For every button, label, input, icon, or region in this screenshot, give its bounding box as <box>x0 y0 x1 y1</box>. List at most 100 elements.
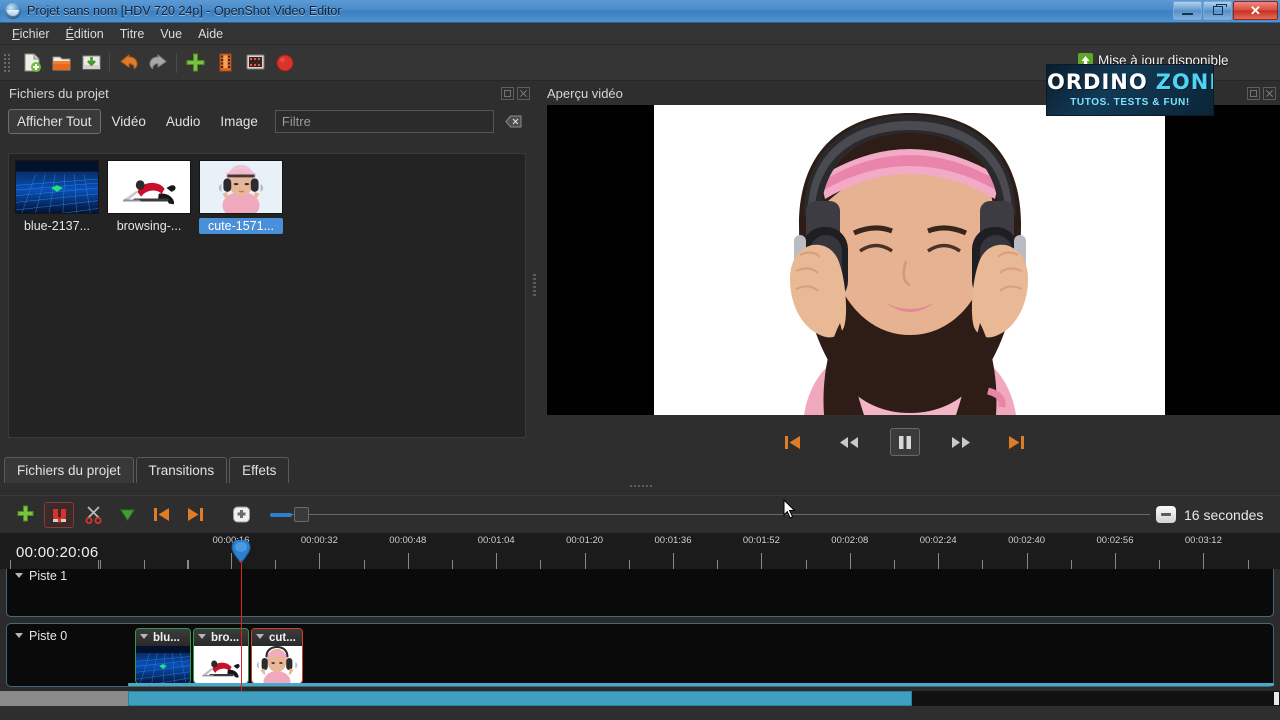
chevron-down-icon[interactable] <box>198 633 207 642</box>
watermark-brand-first: ORDINO <box>1047 70 1148 94</box>
close-button[interactable]: ✕ <box>1233 1 1278 20</box>
chevron-down-icon[interactable] <box>256 633 265 642</box>
menu-titre[interactable]: Titre <box>112 25 153 43</box>
scrollbar-thumb[interactable] <box>128 691 912 706</box>
clear-filter-button[interactable] <box>502 110 524 132</box>
minimize-button[interactable] <box>1173 1 1202 20</box>
undo-button[interactable] <box>113 48 143 78</box>
project-files-list[interactable]: blue-2137... browsing-... cute-1571... <box>8 153 526 438</box>
chevron-down-icon[interactable] <box>140 633 149 642</box>
float-panel-button[interactable] <box>501 86 514 100</box>
ruler-tick-label: 00:03:12 <box>1184 535 1222 546</box>
tab-transitions[interactable]: Transitions <box>135 457 228 483</box>
snapping-button[interactable] <box>44 501 74 528</box>
float-preview-button[interactable] <box>1247 86 1260 100</box>
video-preview-canvas[interactable] <box>547 105 1280 415</box>
next-marker-button[interactable] <box>180 502 210 528</box>
window-controls: ✕ <box>1173 1 1278 20</box>
add-marker-button[interactable] <box>112 502 142 528</box>
chevron-down-icon[interactable] <box>15 572 24 581</box>
open-folder-icon <box>52 56 70 71</box>
timeline-ruler[interactable]: 00:00:20:06 00:00:16 00:00:32 00:00:48 00:0… <box>0 533 1280 569</box>
clip-header[interactable]: bro... <box>194 629 248 646</box>
ruler-tick-minor <box>1247 560 1249 569</box>
file-item[interactable]: blue-2137... <box>15 160 99 234</box>
toolbar-drag-handle[interactable] <box>4 52 12 74</box>
export-video-button[interactable] <box>240 48 270 78</box>
maximize-button[interactable] <box>1203 1 1232 20</box>
chevron-down-icon[interactable] <box>15 632 24 641</box>
timeline-horizontal-scrollbar[interactable] <box>0 691 1280 706</box>
new-project-button[interactable] <box>16 48 46 78</box>
filter-image-button[interactable]: Image <box>211 109 267 134</box>
timeline-clip[interactable]: cut... <box>251 628 303 684</box>
zoom-out-button[interactable] <box>1156 506 1176 523</box>
zoom-in-button[interactable] <box>226 502 256 528</box>
clip-header[interactable]: blu... <box>136 629 190 646</box>
ruler-tick-minor <box>452 560 453 569</box>
vertical-splitter-handle[interactable] <box>531 271 538 299</box>
ruler-tick-label: 00:01:36 <box>654 535 692 546</box>
ruler-tick-label: 00:01:52 <box>742 535 780 546</box>
ruler-tick-minor <box>628 560 630 569</box>
ruler-tick-minor <box>10 560 11 569</box>
menu-fichier[interactable]: Fichier <box>4 25 58 43</box>
razor-button[interactable] <box>78 502 108 528</box>
timeline-clip[interactable]: blu... <box>135 628 191 684</box>
ruler-tick-major <box>1026 553 1028 569</box>
clear-filter-icon <box>504 115 521 127</box>
file-search-input[interactable] <box>274 109 494 133</box>
menu-aide[interactable]: Aide <box>190 25 231 43</box>
pause-button[interactable] <box>889 428 920 456</box>
playback-controls <box>538 421 1271 463</box>
file-item[interactable]: cute-1571... <box>199 160 283 234</box>
previous-marker-button[interactable] <box>146 502 176 528</box>
timeline-zoom-slider[interactable] <box>270 507 1150 522</box>
track-row[interactable]: Piste 1 <box>6 569 1274 617</box>
video-preview-panel: Aperçu vidéo <box>538 81 1280 481</box>
close-preview-button[interactable] <box>1263 86 1276 100</box>
filter-video-button[interactable]: Vidéo <box>103 109 155 134</box>
watermark-tagline: TUTOS. TESTS & FUN! <box>1070 97 1190 108</box>
bottom-tabbar: Fichiers du projet Transitions Effets <box>0 455 534 483</box>
redo-button[interactable] <box>143 48 173 78</box>
clip-header[interactable]: cut... <box>252 629 302 646</box>
fast-forward-button[interactable] <box>946 428 976 456</box>
zoom-slider-handle[interactable] <box>294 507 309 522</box>
menu-edition[interactable]: Édition <box>58 25 112 43</box>
file-item-label: blue-2137... <box>23 219 91 233</box>
menu-edition-rest: dition <box>73 26 104 41</box>
rewind-button[interactable] <box>834 428 864 456</box>
timeline-tracks[interactable]: Piste 1 Piste 0 blu... bro... cut... <box>0 569 1280 691</box>
profile-button[interactable] <box>210 48 240 78</box>
ruler-tick-major <box>761 553 763 569</box>
track-header[interactable]: Piste 1 <box>7 569 135 616</box>
ruler-tick-major <box>496 553 498 569</box>
close-panel-button[interactable] <box>517 86 530 100</box>
import-files-button[interactable] <box>180 48 210 78</box>
filter-all-button[interactable]: Afficher Tout <box>8 108 101 134</box>
horizontal-splitter-handle[interactable] <box>626 482 656 490</box>
file-item[interactable]: browsing-... <box>107 160 191 234</box>
playhead-timecode: 00:00:20:06 <box>16 544 99 561</box>
record-button[interactable] <box>270 48 300 78</box>
menu-vue[interactable]: Vue <box>152 25 190 43</box>
open-project-button[interactable] <box>46 48 76 78</box>
tab-project-files[interactable]: Fichiers du projet <box>4 457 134 483</box>
add-track-button[interactable] <box>10 502 40 528</box>
ruler-tick-label: 00:02:24 <box>919 535 957 546</box>
filter-audio-button[interactable]: Audio <box>157 109 210 134</box>
tab-effects[interactable]: Effets <box>229 457 290 483</box>
skip-to-end-button[interactable] <box>1002 428 1032 456</box>
ruler-tick-minor <box>540 560 542 569</box>
zoom-level-label: 16 secondes <box>1184 506 1264 523</box>
ruler-tick-minor <box>717 560 719 569</box>
video-frame <box>654 105 1165 415</box>
skip-to-start-button[interactable] <box>778 428 808 456</box>
track-row[interactable]: Piste 0 blu... bro... cut... <box>6 623 1274 687</box>
plus-icon <box>17 505 33 522</box>
skip-start-icon <box>785 435 800 449</box>
save-project-button[interactable] <box>76 48 106 78</box>
clip-label: blu... <box>153 631 180 644</box>
track-header[interactable]: Piste 0 <box>7 624 135 686</box>
